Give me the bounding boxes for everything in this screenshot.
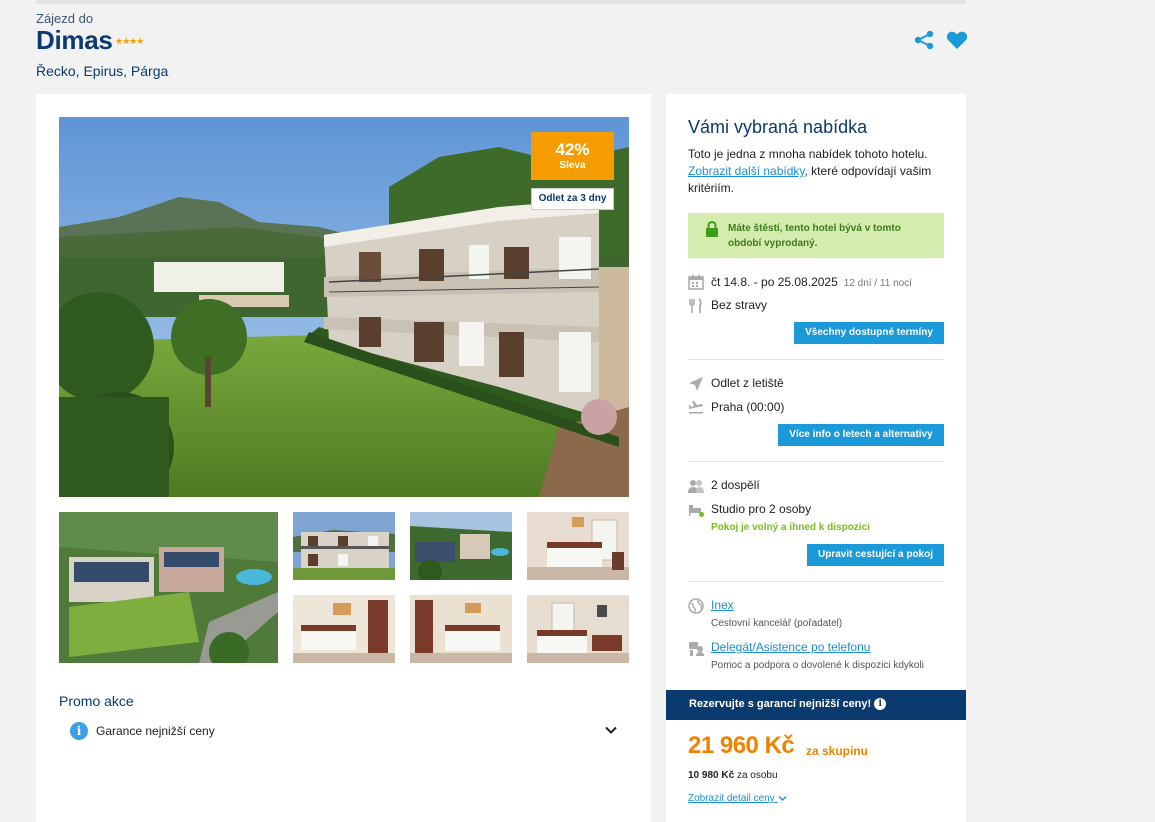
thumb-aerial-view-illustration bbox=[410, 512, 512, 580]
room-type: Studio pro 2 osoby bbox=[711, 502, 812, 516]
hotel-stars: ★★★★ bbox=[115, 36, 144, 46]
discount-percent: 42% bbox=[555, 140, 590, 159]
promo-title: Promo akce bbox=[59, 693, 134, 709]
departure-label: Odlet z letiště bbox=[711, 376, 784, 390]
people-icon bbox=[688, 480, 704, 493]
share-icon[interactable] bbox=[913, 30, 935, 50]
travel-duration: 12 dní / 11 nocí bbox=[843, 278, 912, 289]
travellers: 2 dospělí bbox=[711, 478, 760, 492]
gallery-panel: 42% Sleva Odlet za 3 dny Promo akce i Ga… bbox=[36, 94, 651, 822]
more-offers-link[interactable]: Zobrazit další nabídky bbox=[688, 164, 805, 178]
operator-sub: Cestovní kancelář (pořadatel) bbox=[711, 618, 843, 629]
chevron-down-icon bbox=[778, 795, 786, 801]
gallery-thumb[interactable] bbox=[527, 512, 629, 580]
offer-title: Vámi vybraná nabídka bbox=[688, 117, 868, 137]
calendar-icon bbox=[688, 275, 704, 290]
thumb-bedroom-illustration bbox=[410, 595, 512, 663]
travel-dates-value: čt 14.8. - po 25.08.2025 bbox=[711, 275, 838, 289]
page-kicker: Zájezd do bbox=[36, 11, 94, 26]
divider bbox=[688, 461, 944, 462]
thumb-building-illustration bbox=[293, 512, 395, 580]
guarantee-text: Rezervujte s garancí nejnižší ceny! bbox=[689, 698, 872, 710]
offer-desc-text: Toto je jedna z mnoha nabídek tohoto hot… bbox=[688, 147, 928, 161]
gallery-thumb[interactable] bbox=[293, 512, 395, 580]
price-detail-label: Zobrazit detail ceny bbox=[688, 793, 775, 804]
discount-badge: 42% Sleva bbox=[531, 132, 614, 180]
gallery-thumb[interactable] bbox=[293, 595, 395, 663]
chevron-down-icon[interactable] bbox=[604, 723, 618, 737]
bed-icon bbox=[689, 505, 704, 517]
board-type: Bez stravy bbox=[711, 298, 768, 312]
availability-notice: Máte štěstí, tento hotel bývá v tomto ob… bbox=[688, 213, 944, 258]
per-person-price: 10 980 Kč za osobu bbox=[688, 770, 778, 781]
gallery-thumb[interactable] bbox=[527, 595, 629, 663]
assistance-link[interactable]: Delegát/Asistence po telefonu bbox=[711, 640, 870, 654]
top-strip bbox=[36, 0, 966, 4]
offer-panel: Vámi vybraná nabídka Toto je jedna z mno… bbox=[666, 94, 966, 822]
promo-item-lowest-price[interactable]: i Garance nejnižší ceny bbox=[59, 712, 629, 750]
page-title: Dimas bbox=[36, 25, 113, 55]
hotel-location[interactable]: Řecko, Epirus, Párga bbox=[36, 63, 168, 79]
promo-item-label: Garance nejnižší ceny bbox=[96, 724, 215, 738]
globe-icon bbox=[688, 598, 704, 614]
divider bbox=[688, 581, 944, 582]
lock-icon bbox=[706, 221, 718, 237]
support-agent-icon bbox=[689, 642, 704, 656]
plane-icon bbox=[689, 401, 703, 414]
guarantee-banner: Rezervujte s garancí nejnižší ceny! i bbox=[666, 690, 966, 720]
offer-description: Toto je jedna z mnoha nabídek tohoto hot… bbox=[688, 146, 948, 197]
flight-info-button[interactable]: Více info o letech a alternativy bbox=[778, 424, 944, 446]
travel-dates: čt 14.8. - po 25.08.2025 12 dní / 11 nocí bbox=[711, 275, 912, 289]
gallery-thumb[interactable] bbox=[59, 512, 278, 663]
per-person-suffix: za osobu bbox=[736, 770, 778, 781]
per-person-value: 10 980 Kč bbox=[688, 770, 735, 781]
assistance-sub: Pomoc a podpora o dovolené k dispozici k… bbox=[711, 660, 924, 671]
gallery-thumb[interactable] bbox=[410, 512, 512, 580]
thumb-bedroom-illustration bbox=[527, 595, 629, 663]
divider bbox=[688, 359, 944, 360]
info-icon[interactable]: i bbox=[874, 698, 887, 711]
thumb-bedroom-illustration bbox=[527, 512, 629, 580]
total-price-suffix: za skupinu bbox=[806, 744, 869, 758]
thumb-aerial-illustration bbox=[59, 512, 278, 663]
edit-room-button[interactable]: Upravit cestující a pokoj bbox=[807, 544, 944, 566]
thumb-bedroom-illustration bbox=[293, 595, 395, 663]
discount-label: Sleva bbox=[559, 160, 586, 171]
availability-text: Máte štěstí, tento hotel bývá v tomto ob… bbox=[728, 223, 901, 249]
gallery-thumb[interactable] bbox=[410, 595, 512, 663]
departure-tag: Odlet za 3 dny bbox=[531, 188, 614, 210]
departure-airport: Praha (00:00) bbox=[711, 400, 785, 414]
cutlery-icon bbox=[689, 298, 702, 313]
info-icon: i bbox=[70, 722, 88, 740]
room-status: Pokoj je volný a ihned k dispozici bbox=[711, 522, 870, 533]
all-dates-button[interactable]: Všechny dostupné termíny bbox=[794, 322, 944, 344]
navigation-arrow-icon bbox=[689, 377, 703, 391]
price-detail-link[interactable]: Zobrazit detail ceny bbox=[688, 793, 787, 804]
total-price: 21 960 Kč bbox=[688, 732, 795, 759]
operator-link[interactable]: Inex bbox=[711, 598, 734, 612]
hero-photo[interactable]: 42% Sleva Odlet za 3 dny bbox=[59, 117, 629, 497]
favorite-heart-icon[interactable] bbox=[946, 30, 968, 50]
